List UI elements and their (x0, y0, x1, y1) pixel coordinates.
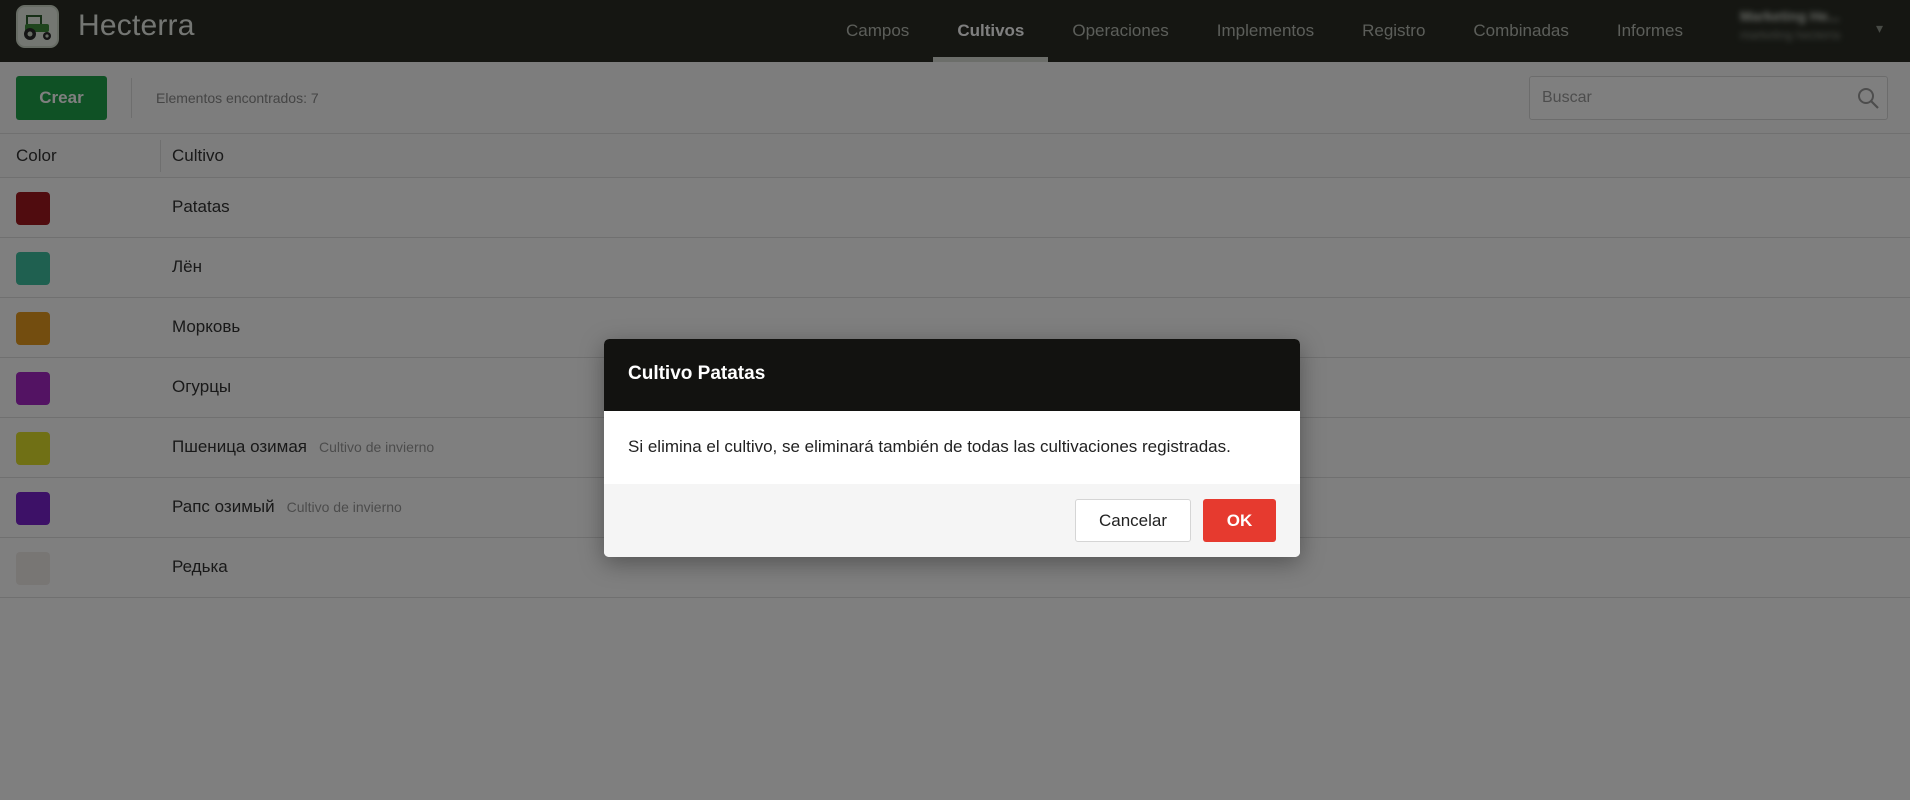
delete-crop-dialog: Cultivo Patatas Si elimina el cultivo, s… (604, 339, 1300, 557)
dialog-footer: Cancelar OK (604, 484, 1300, 557)
dialog-message: Si elimina el cultivo, se eliminará tamb… (604, 411, 1300, 484)
cancel-button[interactable]: Cancelar (1075, 499, 1191, 542)
dialog-title: Cultivo Patatas (604, 339, 1300, 411)
app-root: Hecterra Campos Cultivos Operaciones Imp… (0, 0, 1910, 800)
ok-button[interactable]: OK (1203, 499, 1276, 542)
